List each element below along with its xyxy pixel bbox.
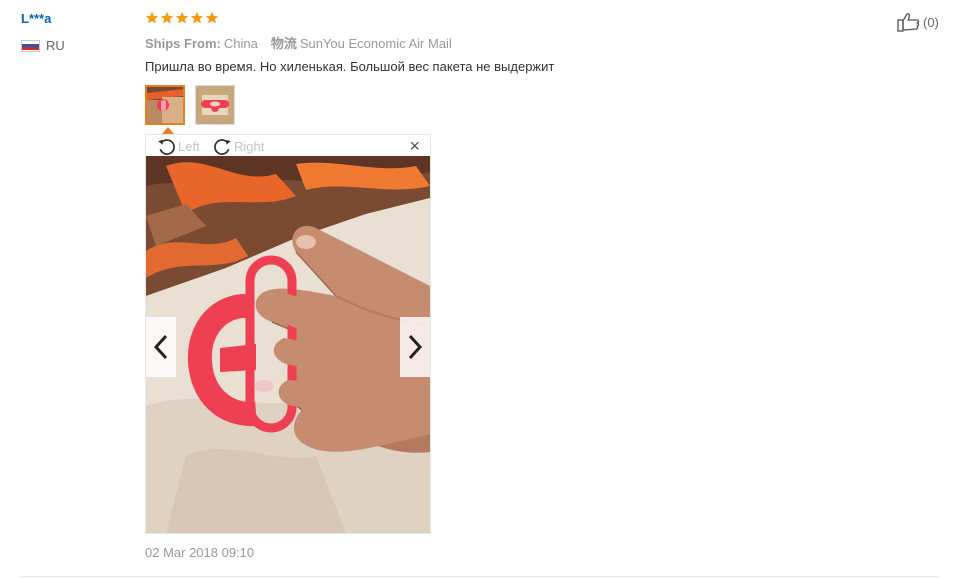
- star-icon: [190, 11, 204, 24]
- active-thumbnail-caret: [162, 127, 174, 134]
- reviewer-name[interactable]: L***a: [21, 11, 51, 26]
- logistics-label: 物流: [270, 36, 297, 51]
- star-icon: [205, 11, 219, 24]
- star-icon: [145, 11, 159, 24]
- review-divider: [20, 576, 938, 577]
- rotate-left-label: Left: [178, 138, 200, 154]
- review-text: Пришла во время. Но хиленькая. Большой в…: [145, 59, 555, 74]
- review-date: 02 Mar 2018 09:10: [145, 545, 255, 560]
- review-photo: [146, 156, 430, 533]
- star-icon: [160, 11, 174, 24]
- helpful-button[interactable]: (0): [897, 12, 939, 32]
- image-viewer: Left Right ×: [145, 134, 431, 534]
- ships-from-label: Ships From:: [145, 36, 221, 51]
- review-thumbnail-1[interactable]: [145, 85, 185, 125]
- star-rating: [145, 11, 219, 25]
- rotate-right-button[interactable]: Right: [212, 136, 264, 156]
- review-thumbnails: [145, 85, 235, 125]
- rotate-left-button[interactable]: Left: [156, 136, 200, 156]
- ships-from-value: China: [223, 36, 258, 51]
- logistics-value: SunYou Economic Air Mail: [299, 36, 452, 51]
- review-thumbnail-2[interactable]: [195, 85, 235, 125]
- reviewer-country: RU: [21, 38, 65, 53]
- helpful-count: (0): [923, 14, 939, 30]
- prev-image-button[interactable]: [146, 317, 176, 377]
- close-icon[interactable]: ×: [409, 137, 420, 155]
- rotate-right-icon: [214, 138, 231, 155]
- chevron-right-icon: [408, 334, 423, 360]
- rotate-left-icon: [158, 138, 175, 155]
- viewer-toolbar: Left Right ×: [146, 135, 430, 157]
- chevron-left-icon: [153, 334, 168, 360]
- rotate-right-label: Right: [234, 138, 265, 154]
- thumbs-up-icon: [897, 13, 920, 32]
- shipping-info: Ships From: China 物流 SunYou Economic Air Ma…: [145, 33, 452, 52]
- country-code: RU: [46, 38, 65, 53]
- russia-flag-icon: [21, 39, 40, 52]
- star-icon: [175, 11, 189, 24]
- next-image-button[interactable]: [400, 317, 430, 377]
